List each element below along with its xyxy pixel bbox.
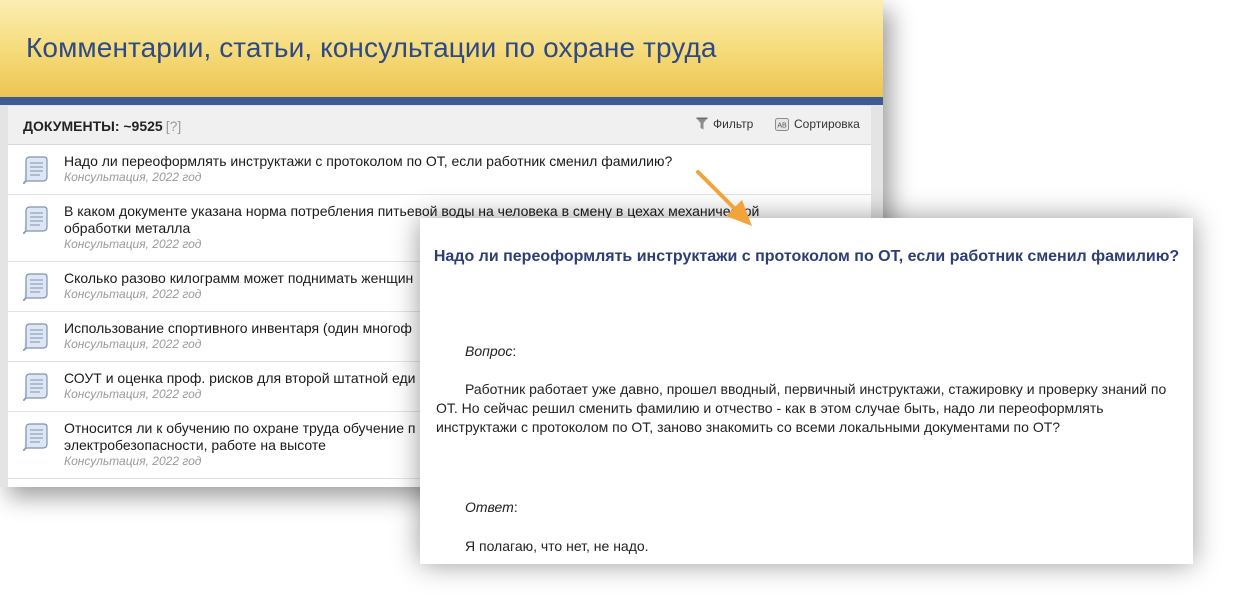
document-scroll-icon (22, 322, 48, 357)
document-scroll-icon (22, 205, 48, 240)
funnel-icon (696, 117, 708, 131)
document-view: Надо ли переоформлять инструктажи с прот… (420, 218, 1193, 564)
answer-label: Ответ: (465, 499, 518, 515)
arrow-icon (696, 170, 752, 226)
documents-count-label: ДОКУМЕНТЫ: ~9525 (23, 118, 163, 134)
page-title: Комментарии, статьи, консультации по охр… (26, 32, 717, 63)
document-title[interactable]: Относится ли к обучению по охране труда … (64, 420, 434, 454)
svg-text:AB: AB (777, 122, 787, 129)
sort-label: Сортировка (794, 117, 860, 131)
sort-button[interactable]: AB Сортировка (775, 117, 860, 131)
filter-label: Фильтр (713, 117, 754, 131)
answer-label-text: Ответ (465, 499, 514, 515)
question-text: Работник работает уже давно, прошел ввод… (436, 381, 1167, 435)
answer-text: Я полагаю, что нет, не надо. (465, 538, 649, 554)
question-label: Вопрос: (465, 343, 517, 359)
sort-icon: AB (775, 117, 789, 131)
header-divider (0, 97, 883, 105)
header-banner: Комментарии, статьи, консультации по охр… (0, 0, 883, 97)
question-label-text: Вопрос (465, 343, 513, 359)
document-scroll-icon (22, 272, 48, 307)
document-scroll-icon (22, 422, 48, 457)
documents-list-header: ДОКУМЕНТЫ: ~9525 [?] Фильтр AB Сортировк… (8, 106, 871, 145)
document-scroll-icon (22, 372, 48, 407)
documents-count: ДОКУМЕНТЫ: ~9525 [?] (23, 118, 181, 134)
help-link[interactable]: [?] (166, 118, 182, 134)
document-scroll-icon (22, 155, 48, 190)
document-view-title: Надо ли переоформлять инструктажи с прот… (433, 248, 1180, 265)
filter-button[interactable]: Фильтр (696, 117, 753, 131)
